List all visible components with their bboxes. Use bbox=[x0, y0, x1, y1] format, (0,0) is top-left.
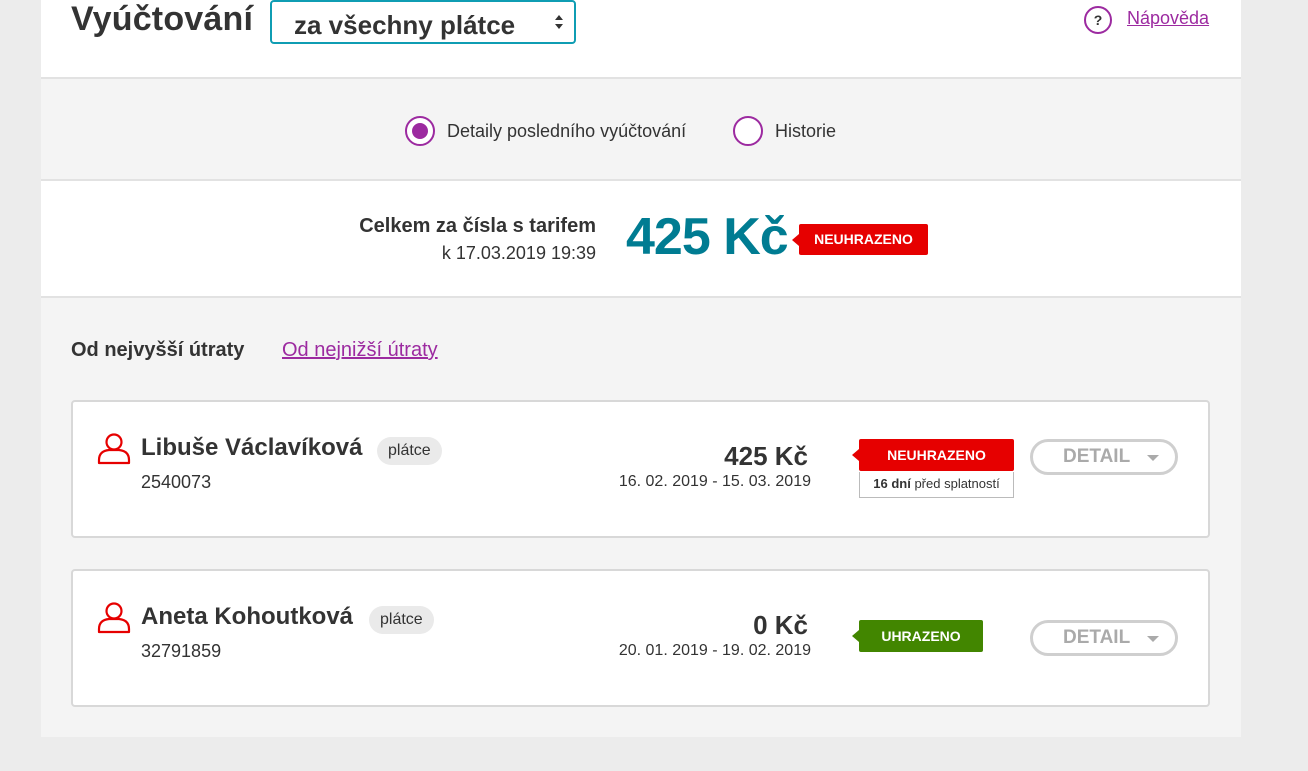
payer-card: Aneta Kohoutková plátce 32791859 0 Kč 20… bbox=[71, 569, 1210, 707]
total-date: k 17.03.2019 19:39 bbox=[441, 243, 596, 263]
radio-latest-billing[interactable]: Detaily posledního vyúčtování bbox=[405, 116, 686, 146]
payer-select-value: za všechny plátce bbox=[294, 10, 516, 40]
billing-period: 20. 01. 2019 - 19. 02. 2019 bbox=[618, 642, 811, 659]
page-title: Vyúčtování bbox=[71, 0, 254, 38]
radio-history[interactable]: Historie bbox=[733, 116, 836, 146]
sort-highest-active: Od nejvyšší útraty bbox=[71, 339, 245, 361]
view-toggle: Detaily posledního vyúčtování Historie bbox=[41, 79, 1241, 181]
payer-select[interactable]: za všechny plátce bbox=[270, 0, 576, 44]
role-tag: plátce bbox=[369, 606, 434, 634]
payer-name: Libuše Václavíková bbox=[141, 434, 363, 461]
user-icon bbox=[97, 433, 131, 465]
detail-label: DETAIL bbox=[1063, 627, 1131, 648]
status-badge: NEUHRAZENO bbox=[852, 439, 1014, 471]
payer-number: 32791859 bbox=[141, 641, 222, 661]
due-text: před splatností bbox=[910, 476, 1000, 491]
billing-page: Vyúčtování za všechny plátce ? Nápověda … bbox=[41, 0, 1241, 737]
detail-button[interactable]: DETAIL bbox=[1030, 439, 1178, 475]
status-badge: UHRAZENO bbox=[852, 620, 983, 652]
payer-amount: 425 Kč bbox=[724, 441, 808, 471]
page-header: Vyúčtování za všechny plátce ? Nápověda bbox=[41, 0, 1241, 79]
radio-checked-icon[interactable] bbox=[405, 116, 435, 146]
billing-period: 16. 02. 2019 - 15. 03. 2019 bbox=[618, 473, 811, 490]
user-icon bbox=[97, 602, 131, 634]
sort-lowest-link[interactable]: Od nejnižší útraty bbox=[282, 339, 438, 362]
total-label: Celkem za čísla s tarifem bbox=[359, 215, 596, 237]
select-arrows-icon bbox=[555, 15, 563, 29]
caret-down-icon bbox=[1147, 636, 1159, 642]
payer-card: Libuše Václavíková plátce 2540073 425 Kč… bbox=[71, 400, 1210, 538]
due-days: 16 dní bbox=[873, 476, 911, 491]
radio-unchecked-icon[interactable] bbox=[733, 116, 763, 146]
help-link[interactable]: Nápověda bbox=[1127, 8, 1209, 29]
detail-button[interactable]: DETAIL bbox=[1030, 620, 1178, 656]
payer-name: Aneta Kohoutková bbox=[141, 603, 354, 630]
total-summary: Celkem za čísla s tarifem k 17.03.2019 1… bbox=[41, 181, 1241, 298]
radio-label: Historie bbox=[775, 120, 837, 141]
role-tag: plátce bbox=[377, 437, 442, 465]
due-note: 16 dní před splatností bbox=[859, 472, 1014, 498]
payer-amount: 0 Kč bbox=[753, 610, 808, 640]
total-amount: 425 Kč bbox=[626, 208, 789, 266]
detail-label: DETAIL bbox=[1063, 446, 1131, 467]
caret-down-icon bbox=[1147, 455, 1159, 461]
payer-number: 2540073 bbox=[141, 472, 212, 492]
status-badge: NEUHRAZENO bbox=[792, 224, 928, 255]
radio-label: Detaily posledního vyúčtování bbox=[447, 120, 687, 141]
question-circle-icon[interactable]: ? bbox=[1084, 6, 1112, 34]
